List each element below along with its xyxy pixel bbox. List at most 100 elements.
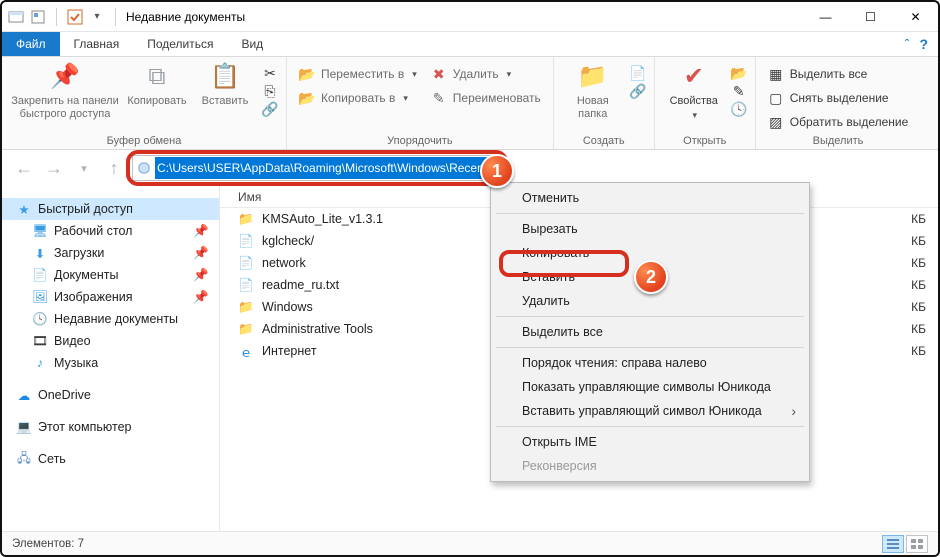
downloads-icon: ⬇ bbox=[32, 245, 48, 261]
system-buttons: — ☐ ✕ bbox=[803, 2, 938, 32]
qat-separator-2 bbox=[115, 8, 116, 26]
file-name-label: Windows bbox=[262, 300, 313, 314]
pin-button[interactable]: 📌 Закрепить на панели быстрого доступа bbox=[10, 61, 120, 120]
nav-recent-documents[interactable]: 🕓Недавние документы bbox=[2, 308, 219, 330]
copy-to-icon: 📂 bbox=[299, 90, 315, 106]
star-icon: ★ bbox=[16, 201, 32, 217]
address-bar[interactable] bbox=[132, 155, 502, 181]
ribbon-collapse-icon[interactable]: ˆ bbox=[905, 36, 910, 52]
file-size-label: КБ bbox=[911, 322, 938, 336]
minimize-button[interactable]: — bbox=[803, 2, 848, 32]
nav-quick-access[interactable]: ★Быстрый доступ bbox=[2, 198, 219, 220]
back-button[interactable]: ← bbox=[12, 156, 36, 180]
file-size-label: КБ bbox=[911, 278, 938, 292]
address-input[interactable] bbox=[155, 157, 501, 179]
select-all-button[interactable]: ▦Выделить все bbox=[764, 63, 913, 85]
paste-button[interactable]: 📋 Вставить bbox=[194, 61, 256, 108]
ctx-reconvert: Реконверсия bbox=[494, 454, 806, 478]
ctx-cut[interactable]: Вырезать bbox=[494, 217, 806, 241]
close-button[interactable]: ✕ bbox=[893, 2, 938, 32]
copy-to-button[interactable]: 📂Копировать в▾ bbox=[295, 87, 421, 109]
tab-file[interactable]: Файл bbox=[2, 32, 60, 56]
address-bar-wrap bbox=[132, 155, 502, 181]
nav-downloads[interactable]: ⬇Загрузки📌 bbox=[2, 242, 219, 264]
invert-selection-button[interactable]: ▨Обратить выделение bbox=[764, 111, 913, 133]
nav-onedrive[interactable]: ☁OneDrive bbox=[2, 384, 219, 406]
paste-icon: 📋 bbox=[209, 61, 241, 93]
ctx-separator bbox=[496, 213, 804, 214]
forward-button[interactable]: → bbox=[42, 156, 66, 180]
paste-shortcut-icon[interactable]: 🔗 bbox=[262, 101, 278, 117]
nav-row: ← → ▾ ↑ ▾ ↻ bbox=[2, 150, 938, 186]
ctx-undo[interactable]: Отменить bbox=[494, 186, 806, 210]
properties-icon: ✔ bbox=[678, 61, 710, 93]
nav-documents[interactable]: 📄Документы📌 bbox=[2, 264, 219, 286]
new-folder-button[interactable]: 📁 Новая папка bbox=[562, 61, 624, 120]
nav-pictures[interactable]: 🖼Изображения📌 bbox=[2, 286, 219, 308]
recent-locations-button[interactable]: ▾ bbox=[72, 156, 96, 180]
column-header-name[interactable]: Имя bbox=[238, 190, 261, 204]
delete-button[interactable]: ✖Удалить▾ bbox=[427, 63, 545, 85]
view-large-button[interactable] bbox=[906, 535, 928, 553]
open-icon[interactable]: 📂 bbox=[731, 65, 747, 81]
tab-home[interactable]: Главная bbox=[60, 32, 134, 56]
file-icon: 📄 bbox=[238, 233, 254, 249]
nav-desktop[interactable]: 🖥Рабочий стол📌 bbox=[2, 220, 219, 242]
history-icon[interactable]: 🕓 bbox=[731, 101, 747, 117]
select-none-icon: ▢ bbox=[768, 90, 784, 106]
ctx-insert-unicode[interactable]: Вставить управляющий символ Юникода bbox=[494, 399, 806, 423]
pin-icon: 📌 bbox=[193, 224, 209, 239]
file-icon: ｅ bbox=[238, 343, 254, 359]
properties-button[interactable]: ✔ Свойства ▾ bbox=[663, 61, 725, 120]
desktop-icon: 🖥 bbox=[32, 223, 48, 239]
file-icon: 📁 bbox=[238, 299, 254, 315]
file-name-label: KMSAuto_Lite_v1.3.1 bbox=[262, 212, 383, 226]
qat-properties-icon[interactable] bbox=[30, 9, 46, 25]
up-button[interactable]: ↑ bbox=[102, 156, 126, 180]
ctx-separator bbox=[496, 426, 804, 427]
help-icon[interactable]: ? bbox=[919, 36, 928, 52]
edit-icon[interactable]: ✎ bbox=[731, 83, 747, 99]
nav-music[interactable]: ♪Музыка bbox=[2, 352, 219, 374]
new-folder-icon: 📁 bbox=[577, 61, 609, 93]
qat-check-icon[interactable] bbox=[67, 9, 83, 25]
copy-path-icon[interactable]: ⎘ bbox=[262, 83, 278, 99]
group-open: ✔ Свойства ▾ 📂 ✎ 🕓 Открыть bbox=[655, 57, 756, 149]
view-details-button[interactable] bbox=[882, 535, 904, 553]
qat-dropdown-icon[interactable]: ▾ bbox=[89, 9, 105, 25]
delete-icon: ✖ bbox=[431, 66, 447, 82]
file-icon: 📄 bbox=[238, 277, 254, 293]
onedrive-icon: ☁ bbox=[16, 387, 32, 403]
documents-icon: 📄 bbox=[32, 267, 48, 283]
move-to-button[interactable]: 📂Переместить в▾ bbox=[295, 63, 421, 85]
ctx-open-ime[interactable]: Открыть IME bbox=[494, 430, 806, 454]
ctx-select-all[interactable]: Выделить все bbox=[494, 320, 806, 344]
rename-button[interactable]: ✎Переименовать bbox=[427, 87, 545, 109]
select-none-button[interactable]: ▢Снять выделение bbox=[764, 87, 913, 109]
ctx-separator bbox=[496, 347, 804, 348]
context-menu: Отменить Вырезать Копировать Вставить Уд… bbox=[490, 182, 810, 482]
ribbon: 📌 Закрепить на панели быстрого доступа ⧉… bbox=[2, 57, 938, 150]
nav-videos[interactable]: 🎞Видео bbox=[2, 330, 219, 352]
rename-icon: ✎ bbox=[431, 90, 447, 106]
ctx-show-unicode[interactable]: Показать управляющие символы Юникода bbox=[494, 375, 806, 399]
file-size-label: КБ bbox=[911, 256, 938, 270]
recent-icon: 🕓 bbox=[32, 311, 48, 327]
file-icon: 📁 bbox=[238, 321, 254, 337]
nav-this-pc[interactable]: 💻Этот компьютер bbox=[2, 416, 219, 438]
cut-icon[interactable]: ✂ bbox=[262, 65, 278, 81]
copy-button[interactable]: ⧉ Копировать bbox=[126, 61, 188, 108]
file-size-label: КБ bbox=[911, 344, 938, 358]
tab-view[interactable]: Вид bbox=[227, 32, 277, 56]
videos-icon: 🎞 bbox=[32, 333, 48, 349]
new-item-icon[interactable]: 📄 bbox=[630, 65, 646, 81]
easy-access-icon[interactable]: 🔗 bbox=[630, 83, 646, 99]
ctx-rtl[interactable]: Порядок чтения: справа налево bbox=[494, 351, 806, 375]
pin-icon: 📌 bbox=[193, 268, 209, 283]
file-size-label: КБ bbox=[911, 212, 938, 226]
maximize-button[interactable]: ☐ bbox=[848, 2, 893, 32]
pin-icon: 📌 bbox=[193, 246, 209, 261]
file-name-label: network bbox=[262, 256, 306, 270]
tab-share[interactable]: Поделиться bbox=[133, 32, 227, 56]
nav-network[interactable]: 🖧Сеть bbox=[2, 448, 219, 470]
